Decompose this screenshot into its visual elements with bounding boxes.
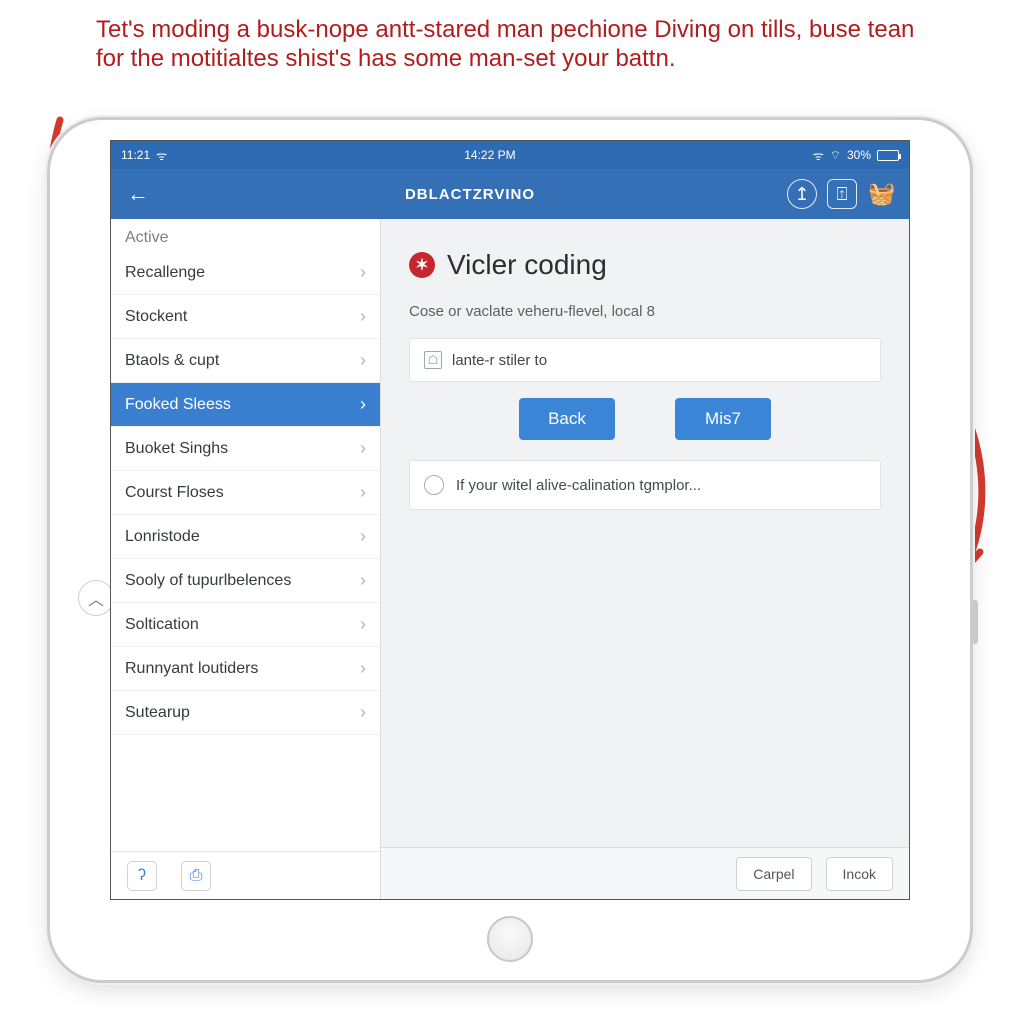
- sidebar-item-label: Soltication: [125, 616, 199, 634]
- chevron-right-icon: ›: [360, 482, 366, 503]
- info-card[interactable]: ☖ lante-r stiler to: [409, 338, 881, 382]
- battery-icon: [877, 150, 899, 161]
- page-title-text: Vicler coding: [447, 249, 607, 281]
- main-panel: ✶ Vicler coding Cose or vaclate veheru-f…: [381, 219, 909, 899]
- status-bar: 11:21 ᯤ 14:22 PM ᯤ ⌔ 30%: [111, 141, 909, 169]
- footer-icon-2[interactable]: ⎙: [181, 861, 211, 891]
- tablet-side-control: ︿: [78, 580, 114, 616]
- chevron-right-icon: ›: [360, 350, 366, 371]
- sidebar-section-label: Active: [111, 219, 380, 251]
- person-icon: ☖: [424, 351, 442, 369]
- tablet-power-button: [972, 600, 978, 644]
- chevron-right-icon: ›: [360, 394, 366, 415]
- option-row-text: If your witel alive-calination tgmplor..…: [456, 477, 701, 494]
- chevron-right-icon: ›: [360, 262, 366, 283]
- wifi-icon: ᯤ: [156, 147, 167, 164]
- sidebar-item-8[interactable]: Soltication ›: [111, 603, 380, 647]
- sidebar-item-label: Stockent: [125, 308, 187, 326]
- app-header: ← DBLACTZRVINO ↥ ⍐ 🧺: [111, 169, 909, 219]
- sidebar-item-2[interactable]: Btaols & cupt ›: [111, 339, 380, 383]
- signal-icon: ᯤ: [813, 147, 824, 164]
- tablet-frame: ︿ 11:21 ᯤ 14:22 PM ᯤ ⌔ 30% ← DBLACTZRVIN…: [50, 120, 970, 980]
- radio-icon[interactable]: [424, 475, 444, 495]
- chevron-right-icon: ›: [360, 526, 366, 547]
- sidebar-item-label: Lonristode: [125, 528, 200, 546]
- sidebar-item-3[interactable]: Fooked Sleess ›: [111, 383, 380, 427]
- bluetooth-icon: ⌔: [830, 148, 841, 163]
- chevron-right-icon: ›: [360, 306, 366, 327]
- sidebar: Active Recallenge›Stockent›Btaols & cupt…: [111, 219, 381, 899]
- main-footer: Carpel Incok: [381, 847, 909, 899]
- header-action-sync-icon[interactable]: ↥: [787, 179, 817, 209]
- ok-button[interactable]: Incok: [826, 857, 893, 891]
- sidebar-nav: Recallenge›Stockent›Btaols & cupt›Fooked…: [111, 251, 380, 735]
- back-icon[interactable]: ←: [123, 179, 153, 209]
- sidebar-item-label: Sooly of tupurlbelences: [125, 572, 291, 590]
- sidebar-item-4[interactable]: Buoket Singhs ›: [111, 427, 380, 471]
- chevron-right-icon: ›: [360, 702, 366, 723]
- header-action-box-icon[interactable]: ⍐: [827, 179, 857, 209]
- battery-pct: 30%: [847, 148, 871, 162]
- sidebar-item-10[interactable]: Sutearup ›: [111, 691, 380, 735]
- app-title: DBLACTZRVINO: [163, 186, 777, 203]
- instruction-caption: Tet's moding a busk-nope antt-stared man…: [96, 16, 928, 74]
- sidebar-item-6[interactable]: Lonristode ›: [111, 515, 380, 559]
- home-button[interactable]: [487, 916, 533, 962]
- cancel-button[interactable]: Carpel: [736, 857, 811, 891]
- page-title-badge-icon: ✶: [409, 252, 435, 278]
- sidebar-item-1[interactable]: Stockent ›: [111, 295, 380, 339]
- page-title: ✶ Vicler coding: [409, 249, 881, 281]
- chevron-right-icon: ›: [360, 614, 366, 635]
- sidebar-footer: ʔ ⎙: [111, 851, 380, 899]
- page-subtitle: Cose or vaclate veheru-flevel, local 8: [409, 303, 881, 320]
- option-row[interactable]: If your witel alive-calination tgmplor..…: [409, 460, 881, 510]
- screen: 11:21 ᯤ 14:22 PM ᯤ ⌔ 30% ← DBLACTZRVINO …: [110, 140, 910, 900]
- sidebar-item-label: Sutearup: [125, 704, 190, 722]
- status-time-left: 11:21: [121, 148, 150, 162]
- status-time-center: 14:22 PM: [173, 148, 807, 162]
- sidebar-item-label: Runnyant loutiders: [125, 660, 258, 678]
- header-action-basket-icon[interactable]: 🧺: [867, 179, 897, 209]
- footer-icon-1[interactable]: ʔ: [127, 861, 157, 891]
- sidebar-item-label: Btaols & cupt: [125, 352, 219, 370]
- back-button[interactable]: Back: [519, 398, 615, 440]
- next-button[interactable]: Mis7: [675, 398, 771, 440]
- info-card-text: lante-r stiler to: [452, 352, 547, 369]
- sidebar-item-9[interactable]: Runnyant loutiders ›: [111, 647, 380, 691]
- sidebar-item-label: Buoket Singhs: [125, 440, 228, 458]
- chevron-right-icon: ›: [360, 570, 366, 591]
- sidebar-item-0[interactable]: Recallenge ›: [111, 251, 380, 295]
- sidebar-item-label: Recallenge: [125, 264, 205, 282]
- sidebar-item-5[interactable]: Courst Floses ›: [111, 471, 380, 515]
- sidebar-item-label: Fooked Sleess: [125, 396, 231, 414]
- chevron-right-icon: ›: [360, 658, 366, 679]
- sidebar-item-label: Courst Floses: [125, 484, 224, 502]
- sidebar-item-7[interactable]: Sooly of tupurlbelences ›: [111, 559, 380, 603]
- chevron-right-icon: ›: [360, 438, 366, 459]
